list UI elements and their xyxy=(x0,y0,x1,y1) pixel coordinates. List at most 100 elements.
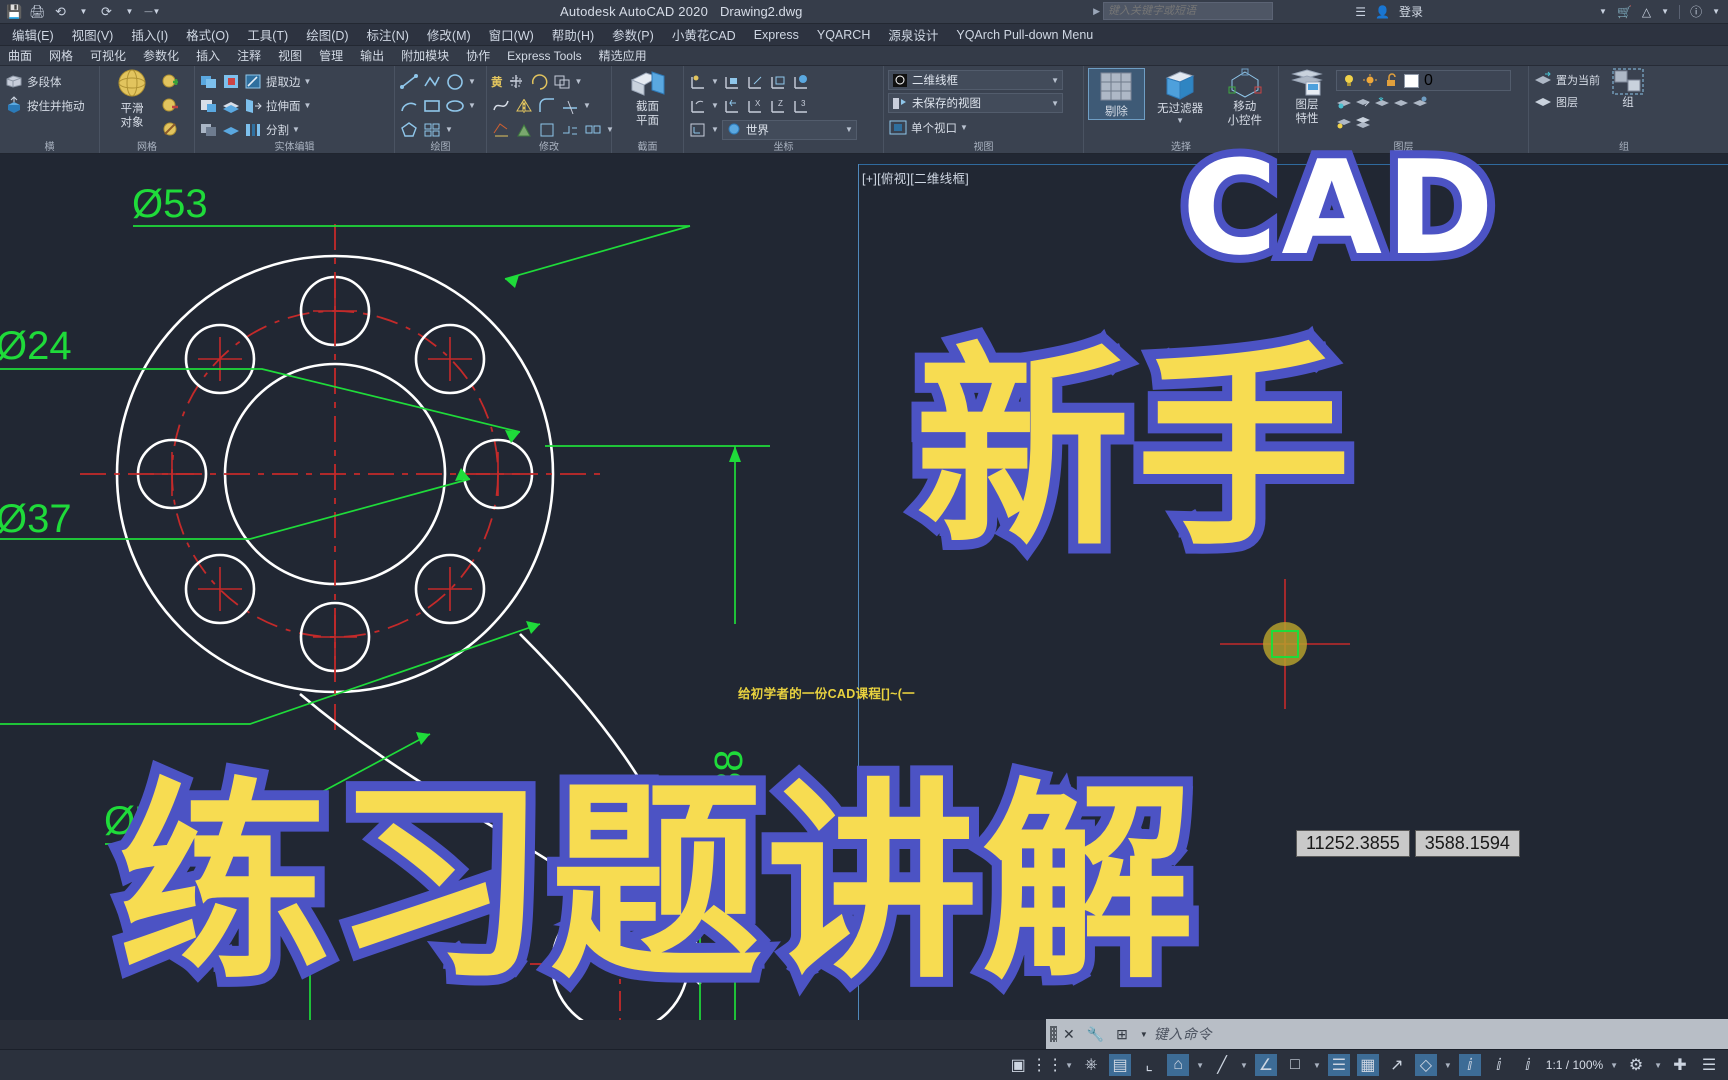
viewport-config-caret-icon[interactable]: ▼ xyxy=(960,123,968,132)
tab-surface[interactable]: 曲面 xyxy=(8,47,32,64)
dropdown-caret-icon[interactable]: ▼ xyxy=(1599,7,1607,16)
ribbon-button-polysolid[interactable]: 多段体 xyxy=(4,70,85,93)
isometric-drafting-icon[interactable]: ╱ xyxy=(1211,1054,1233,1076)
help-caret-icon[interactable]: ▼ xyxy=(1712,7,1720,16)
viewport-config-button[interactable]: 单个视口 ▼ xyxy=(888,116,1063,139)
ribbon-button-modify-1[interactable]: 黄 ▼ xyxy=(491,70,614,93)
ribbon-button-layer-properties[interactable]: 图层 特性 xyxy=(1283,68,1331,126)
ribbon-button-mesh-refine[interactable] xyxy=(162,70,178,93)
menu-item-modify[interactable]: 修改(M) xyxy=(427,25,471,44)
menu-item-help[interactable]: 帮助(H) xyxy=(552,25,594,44)
lineweight-icon[interactable]: ☰ xyxy=(1327,1054,1350,1076)
object-snap-tracking-icon[interactable]: ∠ xyxy=(1254,1054,1277,1076)
modify-caret-2-icon[interactable]: ▼ xyxy=(583,101,591,110)
scale-label[interactable]: 1:1 / 100% xyxy=(1546,1058,1603,1072)
tab-insert[interactable]: 插入 xyxy=(196,47,220,64)
menu-item-express[interactable]: Express xyxy=(754,28,799,42)
menu-item-yuanquan[interactable]: 源泉设计 xyxy=(888,25,938,44)
view-saved-caret-icon[interactable]: ▼ xyxy=(1051,99,1059,108)
prompt-icon[interactable]: ⊞ xyxy=(1116,1026,1128,1043)
gear-icon[interactable]: ⚙ xyxy=(1625,1054,1647,1076)
3d-osnap-caret-icon[interactable]: ▼ xyxy=(1444,1061,1452,1070)
redo-caret-icon[interactable]: ▼ xyxy=(121,3,138,20)
ribbon-button-solid-edit-1[interactable] xyxy=(221,70,241,93)
command-input[interactable]: 键入命令 xyxy=(1154,1024,1212,1044)
ortho-icon[interactable]: ⌞ xyxy=(1138,1054,1160,1076)
visual-style-caret-icon[interactable]: ▼ xyxy=(1051,76,1059,85)
grid-icon[interactable]: ▣ xyxy=(1007,1054,1029,1076)
polar-caret-icon[interactable]: ▼ xyxy=(1196,1061,1204,1070)
snap-icon[interactable]: ⋮⋮ xyxy=(1031,1054,1063,1076)
isometric-caret-icon[interactable]: ▼ xyxy=(1240,1061,1248,1070)
menu-item-dimension[interactable]: 标注(N) xyxy=(367,25,409,44)
cart-icon[interactable]: 🛒 xyxy=(1617,5,1632,19)
object-snap-caret-icon[interactable]: ▼ xyxy=(1313,1061,1321,1070)
tab-output[interactable]: 输出 xyxy=(360,47,384,64)
ribbon-button-presspull[interactable]: 按住并拖动 xyxy=(4,94,85,117)
tab-view[interactable]: 视图 xyxy=(278,47,302,64)
circle-caret-icon[interactable]: ▼ xyxy=(468,77,476,86)
ribbon-button-draw-2[interactable]: ▼ xyxy=(399,94,476,117)
ribbon-button-subtract[interactable] xyxy=(199,94,219,117)
save-icon[interactable]: 💾 xyxy=(6,3,23,20)
help-icon[interactable]: ⓘ xyxy=(1690,3,1702,20)
layer-color-swatch[interactable] xyxy=(1404,73,1419,88)
gear-caret-icon[interactable]: ▼ xyxy=(1654,1061,1662,1070)
prompt-caret-icon[interactable]: ▼ xyxy=(1140,1030,1148,1039)
ribbon-button-ucs[interactable]: ▼ xyxy=(688,70,857,93)
annotation-visibility-icon[interactable]: ⅈ xyxy=(1458,1054,1481,1076)
search-expand-icon[interactable]: ▶ xyxy=(1093,6,1100,17)
view-saved-combo[interactable]: 未保存的视图 ▼ xyxy=(888,93,1063,113)
menu-item-insert[interactable]: 插入(I) xyxy=(131,25,168,44)
current-layer-combo[interactable]: 0 xyxy=(1336,70,1511,91)
undo-caret-icon[interactable]: ▼ xyxy=(75,3,92,20)
tab-annotate[interactable]: 注释 xyxy=(237,47,261,64)
ribbon-button-section-plane[interactable]: 截面 平面 xyxy=(620,68,676,128)
ribbon-button-make-current[interactable]: 置为当前 xyxy=(1533,70,1600,90)
ucs-rotate-caret-icon[interactable]: ▼ xyxy=(711,101,719,110)
scale-caret-icon[interactable]: ▼ xyxy=(1610,1061,1618,1070)
user-icon[interactable]: 👤 xyxy=(1375,5,1390,19)
tab-manage[interactable]: 管理 xyxy=(319,47,343,64)
drawing-canvas[interactable]: [+][俯视][二维线框] Ø53 Ø24 Ø37 Ø7 38 给初学者的一份C… xyxy=(0,154,1728,1020)
layer-tools-row-2[interactable] xyxy=(1336,113,1511,131)
visual-style-combo[interactable]: 二维线框 ▼ xyxy=(888,70,1063,90)
ribbon-button-no-filter[interactable]: 无过滤器 ▼ xyxy=(1151,68,1210,125)
object-snap-icon[interactable]: □ xyxy=(1284,1054,1306,1076)
array-caret-icon[interactable]: ▼ xyxy=(445,125,453,134)
autodesk-caret-icon[interactable]: ▼ xyxy=(1661,7,1669,16)
tab-addins[interactable]: 附加模块 xyxy=(401,47,449,64)
ribbon-button-smooth-object[interactable]: 平滑 对象 xyxy=(104,68,160,130)
tab-collaborate[interactable]: 协作 xyxy=(466,47,490,64)
polar-tracking-icon[interactable]: ⌂ xyxy=(1167,1054,1190,1076)
wrench-icon[interactable]: 🔧 xyxy=(1087,1026,1104,1043)
dynamic-input-icon[interactable]: ▤ xyxy=(1109,1054,1132,1076)
menu-item-xiaohuanghua[interactable]: 小黄花CAD xyxy=(672,25,736,44)
snap-caret-icon[interactable]: ▼ xyxy=(1065,1061,1073,1070)
tab-featured-apps[interactable]: 精选应用 xyxy=(599,47,647,64)
menu-item-edit[interactable]: 编辑(E) xyxy=(12,25,54,44)
search-input[interactable] xyxy=(1103,2,1273,20)
transparency-icon[interactable]: ▦ xyxy=(1356,1054,1379,1076)
modify-caret-1-icon[interactable]: ▼ xyxy=(575,77,583,86)
login-label[interactable]: 登录 xyxy=(1399,3,1423,20)
separate-caret-icon[interactable]: ▼ xyxy=(292,125,300,134)
tab-express-tools[interactable]: Express Tools xyxy=(507,49,581,63)
menu-item-view[interactable]: 视图(V) xyxy=(72,25,114,44)
draw-caret-icon[interactable]: ▼ xyxy=(468,101,476,110)
saveas-icon[interactable]: 🖨 xyxy=(29,3,46,20)
command-line[interactable]: ✕ 🔧 ⊞ ▼ 键入命令 xyxy=(1046,1019,1728,1049)
ribbon-button-ucs-rotate[interactable]: ▼ X Z 3 xyxy=(688,94,857,117)
ribbon-button-extrude-face[interactable]: 拉伸面 ▼ xyxy=(243,94,311,117)
tab-mesh[interactable]: 网格 xyxy=(49,47,73,64)
ucs-display-caret-icon[interactable]: ▼ xyxy=(711,125,719,134)
undo-icon[interactable]: ⟲ xyxy=(52,3,69,20)
infocenter-icon[interactable]: ☰ xyxy=(1355,5,1366,19)
autoscale-icon[interactable]: ⅈ xyxy=(1488,1054,1510,1076)
ribbon-button-layer-group[interactable]: 图层 xyxy=(1533,92,1600,112)
fullscreen-icon[interactable]: ✚ xyxy=(1669,1054,1691,1076)
ribbon-button-move-gizmo[interactable]: 移动 小控件 xyxy=(1215,68,1274,128)
autodesk-icon[interactable]: △ xyxy=(1642,5,1651,19)
ribbon-button-cull[interactable]: 剔除 xyxy=(1088,68,1145,120)
ucs-combo-caret-icon[interactable]: ▼ xyxy=(845,125,853,134)
